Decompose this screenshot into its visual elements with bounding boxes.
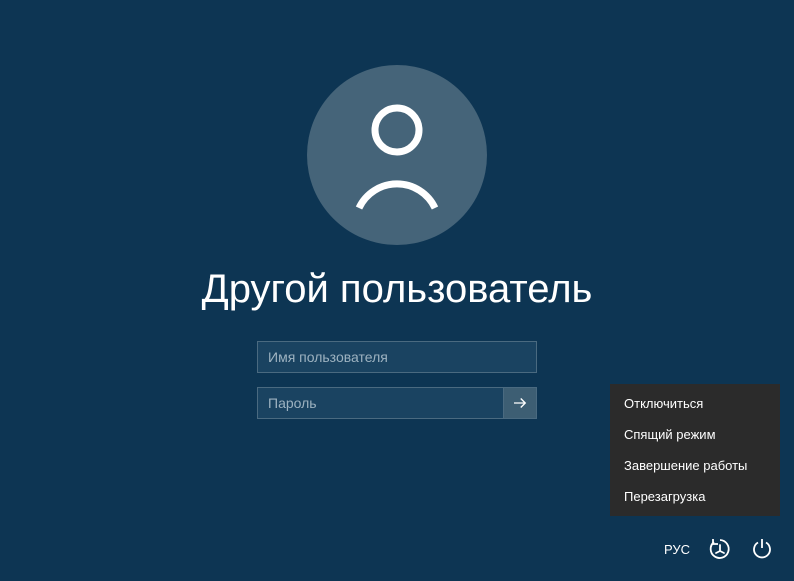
power-menu-shutdown[interactable]: Завершение работы xyxy=(610,450,780,481)
username-wrapper xyxy=(257,341,537,373)
power-menu-sleep[interactable]: Спящий режим xyxy=(610,419,780,450)
password-input[interactable] xyxy=(257,387,503,419)
user-icon xyxy=(347,100,447,210)
arrow-right-icon xyxy=(511,394,529,412)
avatar xyxy=(307,65,487,245)
power-menu: Отключиться Спящий режим Завершение рабо… xyxy=(610,384,780,516)
power-menu-disconnect[interactable]: Отключиться xyxy=(610,388,780,419)
power-button[interactable] xyxy=(750,537,774,561)
username-input[interactable] xyxy=(257,341,537,373)
power-menu-restart[interactable]: Перезагрузка xyxy=(610,481,780,512)
ease-of-access-icon xyxy=(708,537,732,561)
submit-button[interactable] xyxy=(503,387,537,419)
password-wrapper xyxy=(257,387,537,419)
ease-of-access-button[interactable] xyxy=(708,537,732,561)
language-indicator[interactable]: РУС xyxy=(664,542,690,557)
power-icon xyxy=(750,537,774,561)
login-container: Другой пользователь xyxy=(0,0,794,419)
page-title: Другой пользователь xyxy=(202,265,593,313)
bottom-bar: РУС xyxy=(664,537,774,561)
